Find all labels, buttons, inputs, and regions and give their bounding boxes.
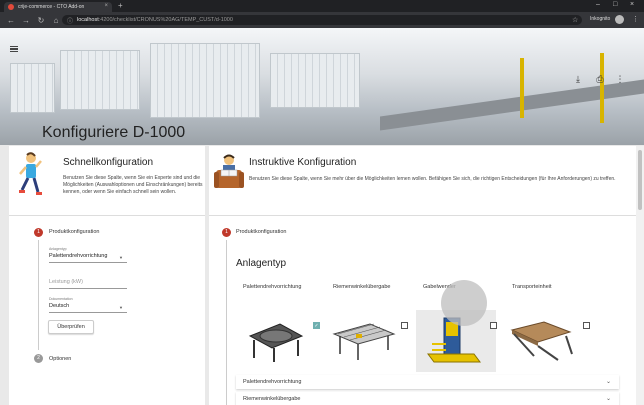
guided-config-title: Instruktive Konfiguration	[249, 157, 357, 168]
chevron-down-icon[interactable]: ⌄	[606, 395, 611, 402]
tab-title: crije-commerce - CTO Add-on	[18, 4, 85, 10]
stepper-connector	[38, 240, 39, 350]
caret-down-icon[interactable]: ▼	[119, 305, 123, 310]
type-card-palettendrehvorrichtung[interactable]: ✓	[240, 310, 320, 372]
incognito-avatar-icon[interactable]	[615, 15, 624, 24]
leistung-input[interactable]: Leistung (kW)	[49, 279, 83, 285]
caret-down-icon[interactable]: ▼	[119, 255, 123, 260]
info-icon[interactable]: ⓘ	[67, 16, 73, 25]
url-path: :4200/checklist/CRONUS%20AG/TEMP_CUST/d-…	[98, 17, 233, 23]
reload-icon[interactable]: ↻	[37, 16, 45, 25]
download-icon[interactable]: ⤓	[572, 74, 584, 86]
leistung-underline	[49, 288, 127, 289]
type-label-transporteinheit: Transporteinheit	[512, 284, 552, 290]
browser-toolbar: ← → ↻ ⌂ ⓘ localhost :4200/checklist/CRON…	[0, 12, 644, 28]
anlagentyp-select[interactable]: Palettendrehvorrichtung	[49, 253, 107, 259]
transport-unit-machine-icon	[510, 321, 573, 361]
new-tab-button[interactable]: +	[118, 1, 123, 10]
type-checkbox-transporteinheit[interactable]	[583, 322, 590, 329]
hero-banner: ⤓ ⎙ ⋮ Konfiguriere D-1000	[0, 28, 644, 145]
hero-pallet-graphic	[270, 53, 360, 108]
quick-config-description: Benutzen Sie diese Spalte, wenn Sie ein …	[63, 175, 203, 195]
anlagentyp-underline	[49, 262, 127, 263]
minimize-button[interactable]: –	[596, 1, 600, 8]
site-favicon-icon	[8, 4, 14, 10]
step-number-badge: 2	[34, 354, 43, 363]
type-checkbox-gabelwender[interactable]	[490, 322, 497, 329]
browser-tab[interactable]: crije-commerce - CTO Add-on ×	[4, 2, 112, 12]
type-checkbox-riemenwinkeluebergabe[interactable]	[401, 322, 408, 329]
page-title: Konfiguriere D-1000	[42, 124, 186, 141]
accordion-palettendrehvorrichtung[interactable]: Palettendrehvorrichtung ⌄	[236, 375, 619, 389]
step-label-produktkonfiguration[interactable]: Produktkonfiguration	[236, 229, 286, 235]
reading-person-icon	[214, 154, 244, 188]
step-number-badge: 1	[222, 228, 231, 237]
address-bar[interactable]: ⓘ localhost :4200/checklist/CRONUS%20AG/…	[62, 15, 582, 25]
maximize-button[interactable]: □	[613, 1, 617, 8]
page-scrollbar-thumb[interactable]	[638, 150, 642, 210]
anlagentyp-heading: Anlagentyp	[236, 258, 287, 269]
bookmark-star-icon[interactable]: ☆	[572, 16, 578, 24]
print-icon[interactable]: ⎙	[594, 74, 606, 86]
hero-pallet-graphic	[10, 63, 55, 113]
hero-post-graphic	[520, 58, 524, 118]
step-number-badge: 1	[34, 228, 43, 237]
home-icon[interactable]: ⌂	[52, 16, 60, 25]
hero-pallet-graphic	[60, 50, 140, 110]
hamburger-menu-icon[interactable]	[10, 46, 18, 52]
guided-config-description: Benutzen Sie diese Spalte, wenn Sie mehr…	[249, 176, 616, 182]
incognito-label: Inkognito	[590, 16, 611, 22]
chevron-down-icon[interactable]: ⌄	[606, 378, 611, 385]
selection-ripple	[441, 280, 487, 326]
belt-transfer-machine-icon	[332, 323, 396, 360]
accordion-label: Riemenwinkelübergabe	[243, 396, 301, 402]
dokumentation-select[interactable]: Deutsch	[49, 303, 69, 309]
panel-divider	[9, 215, 205, 216]
step-label-produktkonfiguration[interactable]: Produktkonfiguration	[49, 229, 99, 235]
tab-close-icon[interactable]: ×	[104, 3, 108, 9]
type-checkbox-palettendrehvorrichtung[interactable]: ✓	[313, 322, 320, 329]
hero-pallet-graphic	[150, 43, 260, 118]
anlagentyp-field-label: Anlagentyp	[49, 247, 67, 251]
browser-tabbar: crije-commerce - CTO Add-on × + – □ ×	[0, 0, 644, 12]
close-window-button[interactable]: ×	[630, 1, 634, 8]
type-label-palettendrehvorrichtung: Palettendrehvorrichtung	[243, 284, 302, 290]
type-card-transporteinheit[interactable]	[506, 310, 590, 372]
more-vert-icon[interactable]: ⋮	[614, 74, 626, 86]
turntable-machine-icon	[248, 323, 304, 362]
dokumentation-underline	[49, 312, 127, 313]
hero-post-graphic	[600, 53, 604, 123]
back-arrow-icon[interactable]: ←	[7, 16, 15, 25]
hero-conveyor-graphic	[380, 79, 644, 131]
panel-divider	[209, 215, 636, 216]
url-host: localhost	[77, 17, 99, 23]
accordion-label: Palettendrehvorrichtung	[243, 379, 302, 385]
type-card-riemenwinkeluebergabe[interactable]	[328, 310, 408, 372]
step-label-optionen[interactable]: Optionen	[49, 356, 71, 362]
stepper-connector	[226, 240, 227, 405]
quick-config-title: Schnellkonfiguration	[63, 157, 154, 168]
accordion-riemenwinkeluebergabe[interactable]: Riemenwinkelübergabe ⌄	[236, 392, 619, 405]
dokumentation-field-label: Dokumentation	[49, 297, 73, 301]
forward-arrow-icon[interactable]: →	[22, 16, 30, 25]
check-button[interactable]: Überprüfen	[48, 320, 94, 334]
browser-menu-icon[interactable]: ⋮	[632, 15, 639, 23]
type-label-riemenwinkeluebergabe: Riemenwinkelübergabe	[333, 284, 391, 290]
running-person-icon	[19, 152, 42, 195]
